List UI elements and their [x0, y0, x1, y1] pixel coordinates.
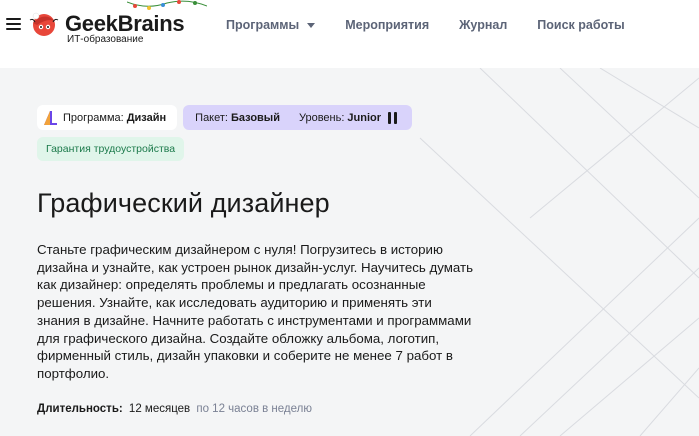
course-description: Станьте графическим дизайнером с нуля! П… — [37, 242, 473, 381]
nav-journal[interactable]: Журнал — [459, 18, 507, 32]
nav-events[interactable]: Мероприятия — [345, 18, 429, 32]
site-header: GeekBrains ИТ-образование Программы Меро… — [0, 0, 699, 68]
nav-jobs[interactable]: Поиск работы — [537, 18, 624, 32]
guarantee-badge: Гарантия трудоустройства — [37, 137, 185, 161]
chevron-down-icon[interactable] — [307, 22, 316, 28]
logo[interactable]: GeekBrains ИТ-образование — [27, 0, 207, 46]
package-value: Базовый — [230, 111, 280, 124]
logo-subtitle: ИТ-образование — [67, 34, 144, 45]
duration-label: Длительность: — [37, 403, 123, 415]
page-title: Графический дизайнер — [37, 188, 330, 218]
menu-icon[interactable] — [6, 18, 21, 30]
badges-row: Программа: Дизайн Пакет: Базовый Уровень… — [37, 105, 413, 130]
design-program-icon — [44, 110, 57, 125]
course-hero: Программа: Дизайн Пакет: Базовый Уровень… — [0, 68, 699, 436]
course-duration: Длительность: 12 месяцев по 12 часов в н… — [37, 403, 312, 415]
program-badge[interactable]: Программа: Дизайн — [37, 105, 178, 130]
level-label: Уровень: — [298, 111, 345, 124]
duration-value: 12 месяцев — [128, 403, 191, 415]
garland-icon — [127, 0, 207, 10]
package-badge[interactable]: Пакет: Базовый Уровень: Junior — [183, 105, 413, 130]
nav-programs[interactable]: Программы — [226, 18, 299, 32]
package-label: Пакет: — [195, 111, 228, 124]
program-label: Программа: — [63, 111, 124, 124]
level-value: Junior — [347, 111, 382, 124]
program-value: Дизайн — [126, 111, 167, 124]
logo-mark-icon — [29, 12, 59, 36]
duration-hours: по 12 часов в неделю — [196, 403, 312, 415]
level-bars-icon — [388, 111, 400, 124]
main-nav: Программы Мероприятия Журнал Поиск работ… — [226, 18, 625, 32]
